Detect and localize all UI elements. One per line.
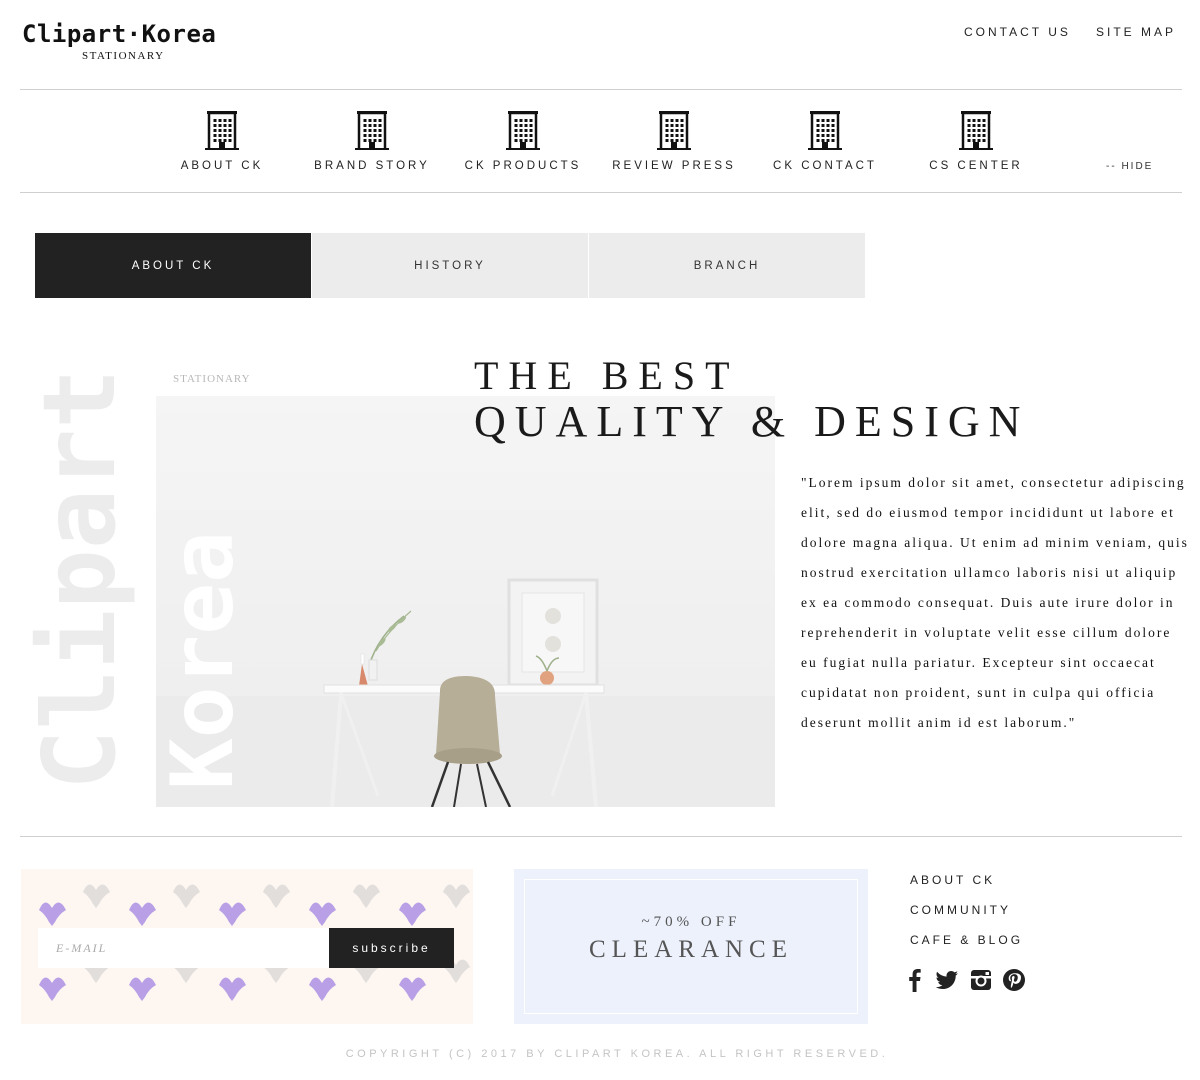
copyright-text: COPYRIGHT (C) 2017 BY CLIPART KOREA. ALL… xyxy=(345,1048,889,1060)
watermark-clipart: Clipart xyxy=(21,368,138,790)
nav-label: REVIEW PRESS xyxy=(612,160,736,172)
bird-icon xyxy=(39,902,66,926)
nav-item-cs-center[interactable]: CS CENTER xyxy=(901,110,1051,172)
clearance-title: CLEARANCE xyxy=(589,936,793,963)
bird-icon xyxy=(443,884,470,908)
email-field[interactable] xyxy=(38,928,329,968)
facebook-icon[interactable] xyxy=(902,967,928,993)
footer-link-cafe-blog[interactable]: CAFE & BLOG xyxy=(910,933,1023,947)
nav-label: CK CONTACT xyxy=(773,160,877,172)
nav-item-ck-contact[interactable]: CK CONTACT xyxy=(750,110,900,172)
bird-icon xyxy=(263,884,290,908)
footer-link-about-ck[interactable]: ABOUT CK xyxy=(910,873,995,887)
bird-icon xyxy=(129,977,156,1001)
bird-icon xyxy=(309,902,336,926)
building-icon xyxy=(657,111,691,150)
subscribe-button[interactable]: subscribe xyxy=(329,928,454,968)
bird-icon xyxy=(173,884,200,908)
bird-icon xyxy=(399,902,426,926)
nav-item-about-ck[interactable]: ABOUT CK xyxy=(147,110,297,172)
tab-branch[interactable]: BRANCH xyxy=(589,233,865,298)
contact-us-link[interactable]: CONTACT US xyxy=(964,25,1071,39)
clearance-banner[interactable]: ~70% OFF CLEARANCE xyxy=(514,869,868,1024)
nav-item-ck-products[interactable]: CK PRODUCTS xyxy=(448,110,598,172)
divider xyxy=(20,89,1182,90)
site-map-link[interactable]: SITE MAP xyxy=(1096,25,1176,39)
tab-about-ck[interactable]: ABOUT CK xyxy=(35,233,311,298)
building-icon xyxy=(355,111,389,150)
headline-best: THE BEST xyxy=(474,353,740,398)
nav-item-brand-story[interactable]: BRAND STORY xyxy=(297,110,447,172)
headline-quality: QUALITY & DESIGN xyxy=(474,397,1030,446)
pinterest-icon[interactable] xyxy=(1001,967,1027,993)
stationary-label: STATIONARY xyxy=(173,373,251,385)
bird-icon xyxy=(39,977,66,1001)
nav-label: CK PRODUCTS xyxy=(464,160,582,172)
watermark-korea: Korea xyxy=(153,531,253,790)
building-icon xyxy=(959,111,993,150)
bird-icon xyxy=(219,977,246,1001)
bird-icon xyxy=(353,884,380,908)
building-icon xyxy=(205,111,239,150)
bird-icon xyxy=(129,902,156,926)
nav-label: BRAND STORY xyxy=(314,160,430,172)
logo-subtitle: STATIONARY xyxy=(82,50,165,62)
bird-icon xyxy=(83,884,110,908)
bird-icon xyxy=(399,977,426,1001)
twitter-icon[interactable] xyxy=(934,967,960,993)
hide-nav-toggle[interactable]: -- HIDE xyxy=(1106,161,1153,172)
clearance-frame: ~70% OFF CLEARANCE xyxy=(524,879,858,1014)
nav-label: ABOUT CK xyxy=(180,160,264,172)
nav-item-review-press[interactable]: REVIEW PRESS xyxy=(599,110,749,172)
divider xyxy=(20,836,1182,837)
logo[interactable]: Clipart·Korea xyxy=(22,20,216,48)
tab-history[interactable]: HISTORY xyxy=(312,233,588,298)
clearance-discount: ~70% OFF xyxy=(641,914,741,930)
nav-label: CS CENTER xyxy=(929,160,1023,172)
building-icon xyxy=(808,111,842,150)
bird-icon xyxy=(219,902,246,926)
hero-paragraph: "Lorem ipsum dolor sit amet, consectetur… xyxy=(801,475,1189,730)
building-icon xyxy=(506,111,540,150)
footer-link-community[interactable]: COMMUNITY xyxy=(910,903,1011,917)
bird-icon xyxy=(309,977,336,1001)
divider xyxy=(20,192,1182,193)
instagram-icon[interactable] xyxy=(968,967,994,993)
